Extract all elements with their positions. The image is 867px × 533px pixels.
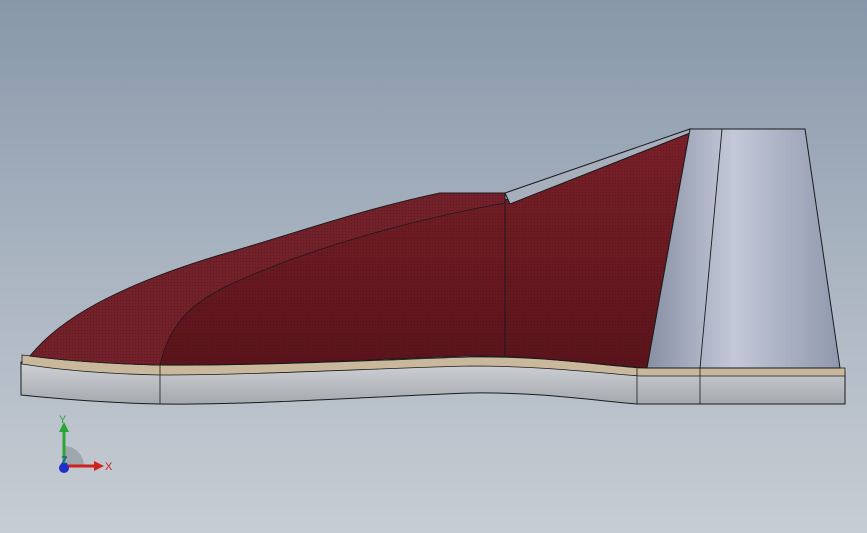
x-axis-arrowhead	[94, 461, 104, 471]
model-view[interactable]	[0, 0, 867, 533]
y-axis-label: Y	[59, 414, 67, 426]
x-axis-label: X	[105, 461, 113, 473]
coordinate-triad: Y X Z	[52, 414, 116, 480]
graphics-viewport[interactable]: Y X Z	[0, 0, 867, 533]
z-axis-label: Z	[61, 455, 68, 467]
